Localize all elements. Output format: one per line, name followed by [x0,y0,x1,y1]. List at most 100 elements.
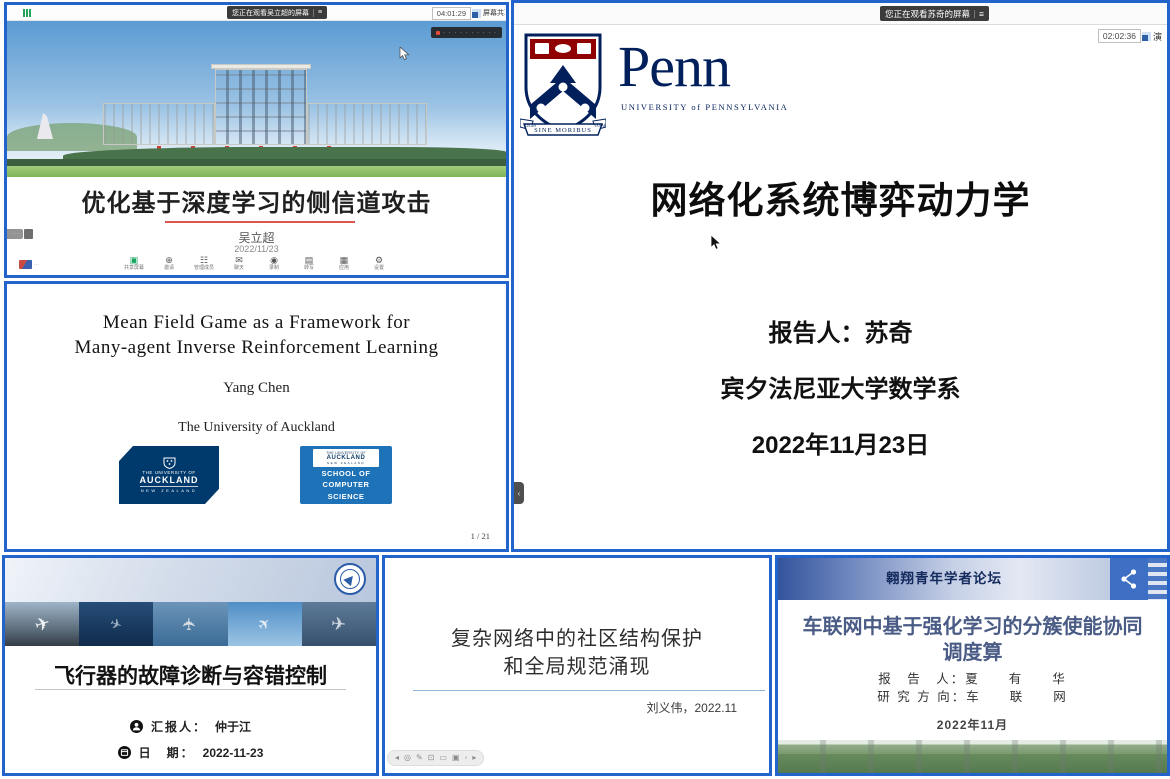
tooltip-divider [974,10,975,18]
building-tower [215,69,307,145]
chat-button[interactable]: ✉ 聊天 [226,256,252,274]
meeting-timer: 02:02:36 [1098,29,1141,43]
show-all-slides-icon[interactable]: ▭ [439,754,447,762]
meeting-toolbar: ▣ 共享屏幕 ⊕ 邀请 ☷ 管理成员 ✉ 聊天 ◉ 录制 ▤ 转写 [7,256,506,274]
meeting-timer: 04:01:29 [432,7,471,20]
mouse-cursor-black [710,235,722,251]
slide-affiliation: The University of Auckland [7,420,506,436]
aircraft-photo-flying-wing: ✈ [153,602,227,646]
penn-wordmark: Penn [618,33,730,100]
settings-icon: ⚙ [375,256,383,265]
share-icon [1119,567,1139,591]
title-rule [413,690,765,691]
view-toggle-label: 屏幕共享 [483,8,505,18]
university-round-logo [334,563,366,595]
next-slide-icon[interactable]: ▸ [472,754,476,762]
tooltip-text: 您正在观看苏奇的屏幕 [885,8,970,20]
settings-button[interactable]: ⚙ 设置 [366,256,392,274]
share-screen-button[interactable]: ▣ 共享屏幕 [121,256,147,274]
chevron-left-icon: ‹ [518,489,521,498]
video-tile-liuyiwei[interactable]: 复杂网络中的社区结构保护 和全局规范涌现 刘义伟，2022.11 ◂ ◎ ✎ ⊡… [382,555,772,776]
aircraft-photo-transport: ✈ [302,602,376,646]
school-of-computer-science-logo: THE UNIVERSITY OF AUCKLAND NEW ZEALAND S… [300,446,392,504]
prev-slide-icon[interactable]: ◂ [395,754,399,762]
transcript-icon: ▤ [305,256,314,265]
slide-title: 优化基于深度学习的侧信道攻击 [7,183,506,218]
apps-button[interactable]: ▦ 应用 [331,256,357,274]
mouse-cursor-white [399,47,410,61]
aircraft-photo-strip: ✈ ✈ ✈ ✈ ✈ [5,602,376,646]
slide-author: Yang Chen [7,380,506,397]
chat-icon: ✉ [235,256,243,265]
video-tile-yangchen[interactable]: Mean Field Game as a Framework for Many-… [4,281,509,552]
auckland-crest-icon [162,457,177,469]
fighter-icon: ✈ [108,614,125,634]
lawn [7,166,506,177]
calendar-icon [118,746,131,759]
slide-title-line1: 车联网中基于强化学习的分簇使能协同 [778,610,1167,639]
tooltip-menu-icon[interactable]: ≡ [979,9,984,19]
slide-title: 网络化系统博弈动力学 [514,170,1167,224]
slide-affiliation-line: 宾夕法尼亚大学数学系 [514,369,1167,404]
layout-icon [472,9,481,18]
fighter-climb-icon: ✈ [254,613,275,635]
slide-title-line2: 调度算 [778,636,1167,665]
video-tile-zhongyujiang[interactable]: ✈ ✈ ✈ ✈ ✈ 飞行器的故障诊断与容错控制 汇报人： 仲于江 日 期： 20… [2,555,379,776]
share-button[interactable] [1110,558,1148,600]
slide-byline: 刘义伟，2022.11 [647,699,738,716]
watching-screen-tooltip[interactable]: 您正在观看苏奇的屏幕 ≡ [880,6,989,21]
record-button[interactable]: ◉ 录制 [261,256,287,274]
sidebar-collapse-tab[interactable]: ‹ [514,482,524,504]
aircraft-photo-airliner: ✈ [5,602,79,646]
paper-plane-icon [343,572,356,585]
tooltip-menu-icon[interactable]: ≡ [318,9,322,16]
invite-button[interactable]: ⊕ 邀请 [156,256,182,274]
invite-icon: ⊕ [165,256,173,265]
research-direction-line: 研 究 方 向：车 联 网 [778,686,1167,705]
slide-header-band [5,558,376,602]
subtitles-icon[interactable]: ▣ [452,754,460,762]
slide-title-line1: Mean Field Game as a Framework for [7,312,506,334]
zoom-icon[interactable]: ⊡ [428,754,435,762]
video-tile-wulichao[interactable]: 您正在观看吴立超的屏幕 ≡ 04:01:29 屏幕共享 · · · [4,2,509,278]
forum-title: 翱翔青年学者论坛 [778,558,1110,600]
presentation-toolbar[interactable]: ◂ ◎ ✎ ⊡ ▭ ▣ ◦ ▸ [387,750,484,766]
meeting-notification: · · · · · · · · · · [431,27,502,38]
video-tile-suqi-active[interactable]: 您正在观看苏奇的屏幕 ≡ 02:02:36 演 LEGES VANAE SINE [511,0,1170,552]
layout-icon [1142,32,1151,41]
notification-text: · · · · · · · · · · [443,30,497,36]
slide-date: 2022/11/23 [7,244,506,254]
video-tile-xiayouhua[interactable]: 翱翔青年学者论坛 车联网中基于强化学习的分簇使能协同 调度算 报 告 人：夏 有… [775,555,1170,776]
share-screen-icon: ▣ [130,256,139,265]
slide-presenter-line: 报告人：苏奇 [514,313,1167,348]
watching-screen-tooltip[interactable]: 您正在观看吴立超的屏幕 ≡ [227,6,327,19]
transcript-button[interactable]: ▤ 转写 [296,256,322,274]
slide-title: 飞行器的故障诊断与容错控制 [5,660,376,690]
building-right-wing [307,103,427,145]
view-toggle-button[interactable]: 屏幕共享 [472,8,505,18]
view-toggle-button[interactable]: 演 [1142,30,1167,43]
alert-dot-icon [436,31,440,35]
view-toggle-label: 演 [1153,30,1162,43]
members-button[interactable]: ☷ 管理成员 [191,256,217,274]
record-icon: ◉ [270,256,278,265]
members-icon: ☷ [200,256,208,265]
logo-ring [340,569,360,589]
aircraft-photo-fighter-dark: ✈ [79,602,153,646]
airliner-icon: ✈ [32,612,53,637]
transport-icon: ✈ [330,613,347,635]
tooltip-divider [313,9,314,17]
tooltip-text: 您正在观看吴立超的屏幕 [232,8,309,18]
slide-title-line1: 复杂网络中的社区结构保护 [385,622,769,651]
penn-motto-right: VANAE [594,124,606,128]
building-left-wing [103,103,215,145]
laser-pointer-icon[interactable]: ◎ [404,754,411,762]
campus-panorama-photo [778,740,1167,773]
more-options-icon[interactable]: ◦ [465,754,468,762]
person-icon [130,720,143,733]
flying-wing-icon: ✈ [181,617,201,631]
slide-date-line: 2022年11月23日 [514,425,1167,460]
presenter-row: 汇报人： 仲于江 [5,718,376,735]
pen-icon[interactable]: ✎ [416,754,423,762]
slide-campus-photo: · · · · · · · · · · [7,21,506,177]
